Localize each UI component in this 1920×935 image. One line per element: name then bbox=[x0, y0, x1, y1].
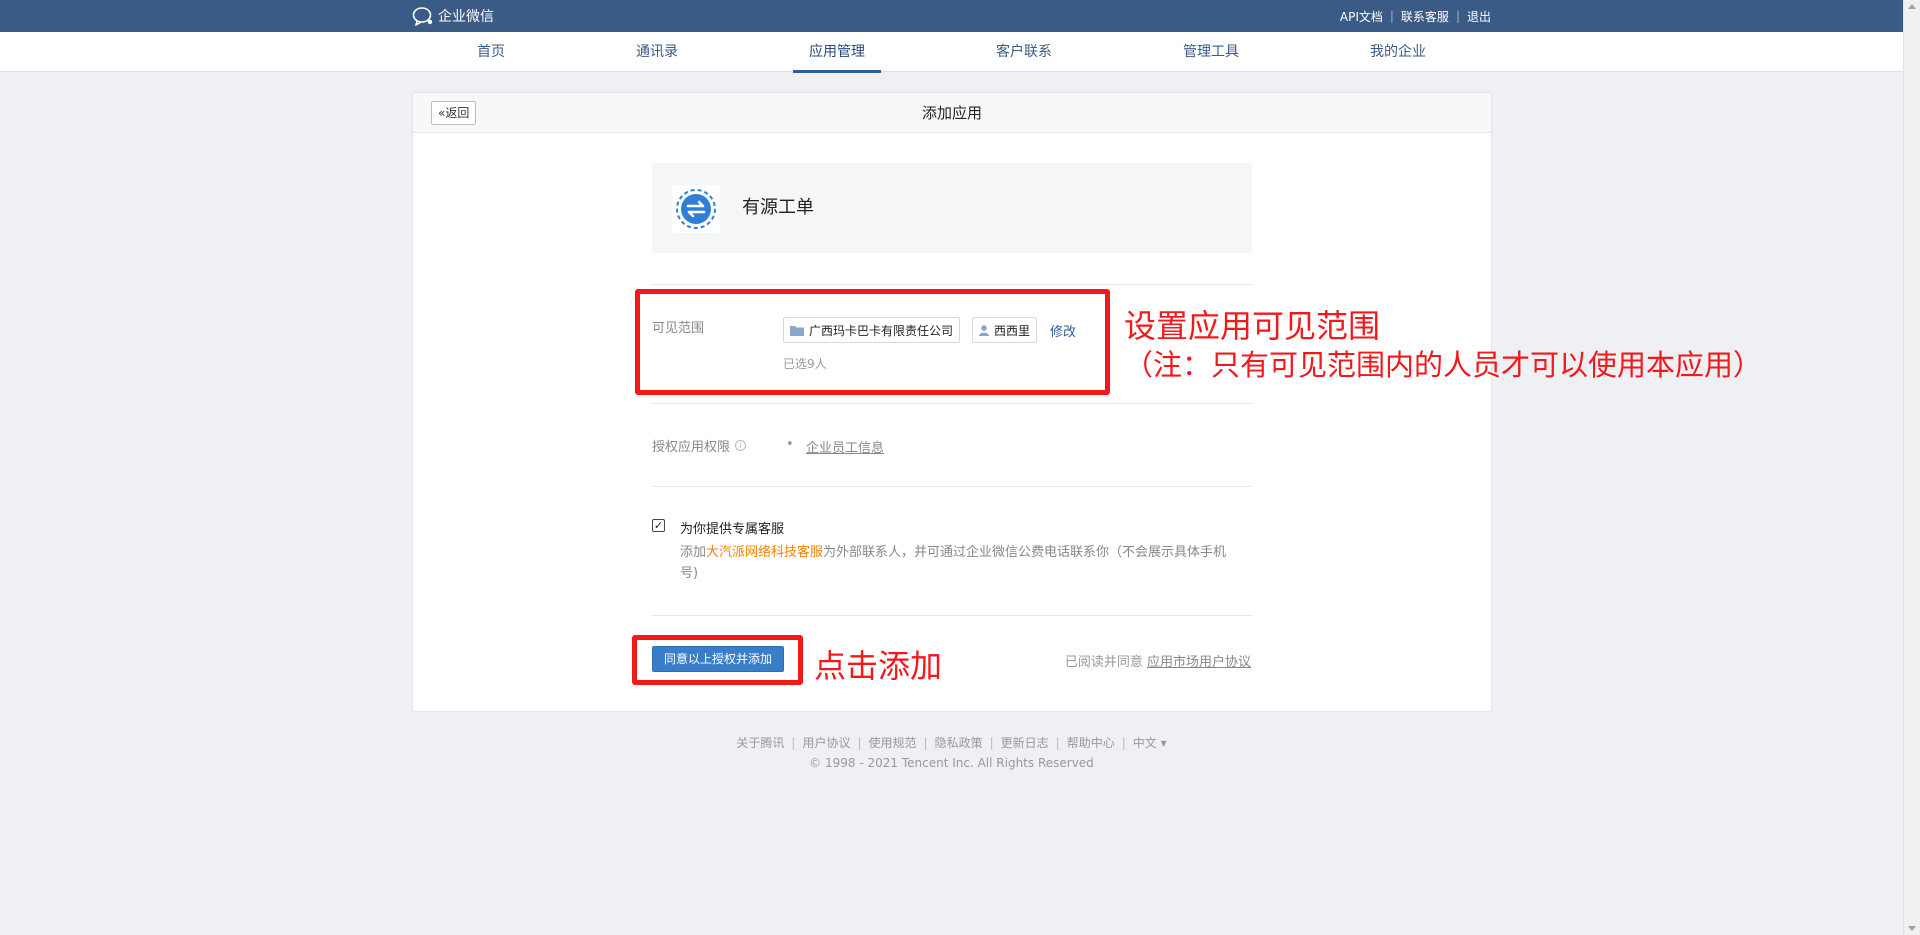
bullet-icon: • bbox=[786, 437, 794, 452]
brand-logo[interactable]: 企业微信 bbox=[412, 0, 494, 32]
divider: | bbox=[1389, 9, 1394, 23]
api-docs-link[interactable]: API文档 bbox=[1340, 8, 1383, 25]
user-agreement-link[interactable]: 应用市场用户协议 bbox=[1147, 655, 1251, 670]
nav-customer-contact[interactable]: 客户联系 bbox=[984, 32, 1064, 72]
nav-app-management[interactable]: 应用管理 bbox=[793, 32, 881, 73]
visibility-highlight-box bbox=[635, 289, 1110, 395]
visibility-annotation-note: （注：只有可见范围内的人员才可以使用本应用） bbox=[1124, 348, 1763, 382]
divider: | bbox=[1121, 736, 1126, 750]
footer-links: 关于腾讯 | 用户协议 | 使用规范 | 隐私政策 | 更新日志 | 帮助中心 | 中文 ▾ bbox=[0, 734, 1903, 751]
support-desc-highlight: 大汽派网络科技客服 bbox=[706, 545, 824, 560]
scroll-up-icon[interactable] bbox=[1908, 4, 1916, 9]
divider: | bbox=[857, 736, 862, 750]
contact-support-link[interactable]: 联系客服 bbox=[1401, 8, 1449, 25]
support-checkbox[interactable]: ✓ bbox=[652, 519, 665, 532]
agreement-prefix: 已阅读并同意 bbox=[1064, 655, 1143, 670]
submit-annotation: 点击添加 bbox=[814, 647, 943, 685]
add-app-card: «返回 添加应用 有源工单 可见范围 广西玛卡巴卡有限责任公司 西西里 修改 已… bbox=[412, 92, 1492, 712]
submit-highlight-box bbox=[632, 635, 803, 685]
permission-item[interactable]: 企业员工信息 bbox=[806, 437, 884, 456]
page-scrollbar[interactable] bbox=[1903, 0, 1920, 935]
brand-name: 企业微信 bbox=[438, 9, 494, 25]
copyright: © 1998 - 2021 Tencent Inc. All Rights Re… bbox=[809, 756, 1094, 770]
nav-management-tools[interactable]: 管理工具 bbox=[1171, 32, 1251, 72]
scroll-down-icon[interactable] bbox=[1908, 926, 1916, 931]
divider bbox=[652, 403, 1252, 404]
nav-home[interactable]: 首页 bbox=[451, 32, 531, 72]
page-title: 添加应用 bbox=[921, 104, 982, 122]
divider: | bbox=[923, 736, 928, 750]
nav-my-enterprise[interactable]: 我的企业 bbox=[1358, 32, 1438, 72]
divider bbox=[652, 615, 1252, 616]
support-title: 为你提供专属客服 bbox=[680, 522, 785, 537]
top-links: API文档 | 联系客服 | 退出 bbox=[1340, 0, 1491, 32]
permissions-label: 授权应用权限 bbox=[652, 440, 731, 455]
footer-link-usage-rules[interactable]: 使用规范 bbox=[869, 736, 917, 750]
top-bar: 企业微信 API文档 | 联系客服 | 退出 bbox=[0, 0, 1903, 32]
support-desc-prefix: 添加 bbox=[680, 545, 707, 560]
swap-circle-icon bbox=[672, 185, 720, 233]
footer-link-privacy[interactable]: 隐私政策 bbox=[935, 736, 983, 750]
info-icon[interactable]: i bbox=[735, 440, 747, 451]
app-name: 有源工单 bbox=[742, 197, 814, 218]
footer-link-about[interactable]: 关于腾讯 bbox=[736, 736, 784, 750]
divider: | bbox=[1055, 736, 1060, 750]
divider: | bbox=[989, 736, 994, 750]
logout-link[interactable]: 退出 bbox=[1467, 8, 1491, 25]
divider bbox=[652, 284, 1252, 285]
main-nav: 首页 通讯录 应用管理 客户联系 管理工具 我的企业 bbox=[0, 32, 1903, 73]
footer-link-help[interactable]: 帮助中心 bbox=[1067, 736, 1115, 750]
visibility-annotation-title: 设置应用可见范围 bbox=[1124, 307, 1381, 345]
divider: | bbox=[791, 736, 796, 750]
agreement-text: 已阅读并同意 应用市场用户协议 bbox=[1065, 651, 1251, 670]
card-header: «返回 添加应用 bbox=[413, 93, 1491, 133]
app-summary: 有源工单 bbox=[652, 163, 1252, 253]
footer-link-changelog[interactable]: 更新日志 bbox=[1001, 736, 1049, 750]
nav-contacts[interactable]: 通讯录 bbox=[617, 32, 697, 72]
footer-link-user-agreement[interactable]: 用户协议 bbox=[802, 736, 850, 750]
language-select[interactable]: 中文 ▾ bbox=[1133, 736, 1167, 750]
chat-bubble-icon bbox=[412, 7, 433, 26]
permissions-label-group: 授权应用权限 i bbox=[652, 436, 747, 455]
support-description: 添加大汽派网络科技客服为外部联系人，并可通过企业微信公费电话联系你（不会展示具体… bbox=[680, 542, 1240, 584]
divider: | bbox=[1455, 9, 1460, 23]
divider bbox=[652, 486, 1252, 487]
